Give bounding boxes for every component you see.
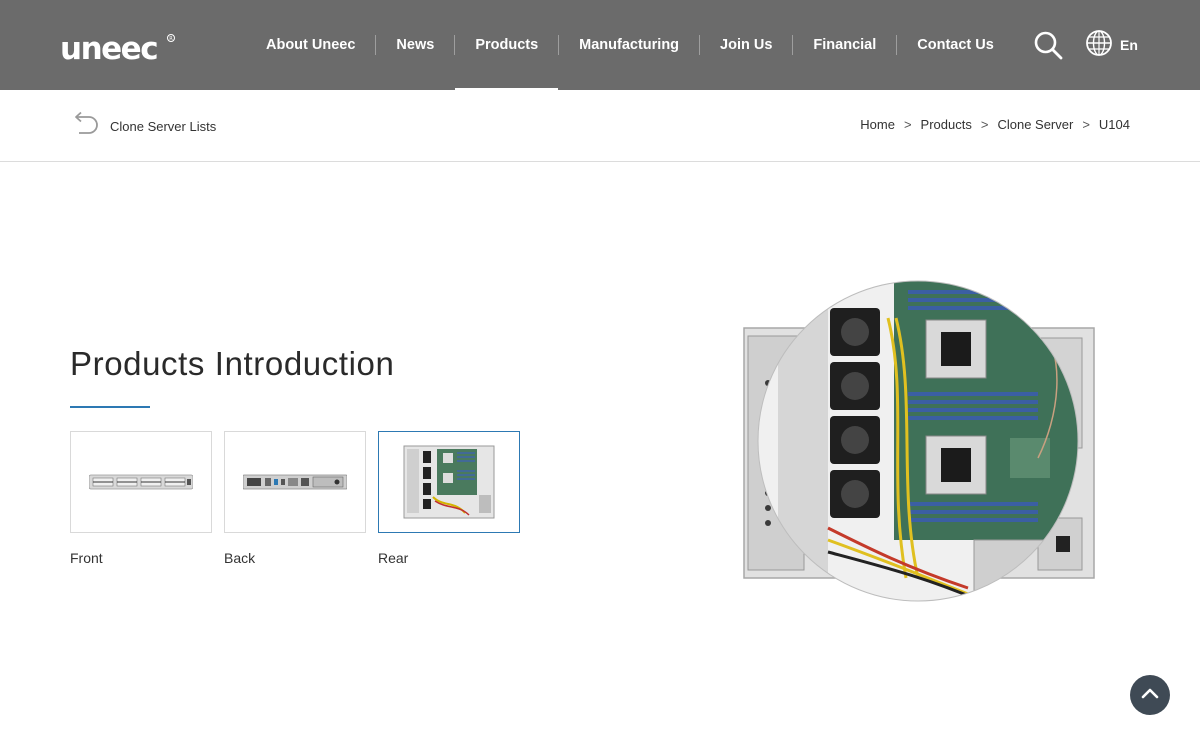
breadcrumb: Home > Products > Clone Server > U104 bbox=[860, 117, 1130, 132]
thumbnail-rear-image[interactable] bbox=[378, 431, 520, 533]
page-title: Products Introduction bbox=[70, 345, 395, 382]
scroll-to-top-button[interactable] bbox=[1130, 675, 1170, 715]
thumbnail-front-label: Front bbox=[70, 550, 103, 566]
site-header: uneec R About Uneec News Products Manufa… bbox=[0, 0, 1200, 90]
nav-item-manufacturing[interactable]: Manufacturing bbox=[559, 0, 699, 90]
product-thumbnails: Front Back Rear bbox=[70, 431, 532, 566]
globe-icon bbox=[1085, 29, 1113, 62]
svg-text:R: R bbox=[169, 36, 173, 42]
svg-text:uneec: uneec bbox=[60, 31, 157, 64]
language-label: En bbox=[1120, 37, 1138, 53]
thumbnail-front[interactable]: Front bbox=[70, 431, 212, 566]
chevron-up-icon bbox=[1141, 686, 1159, 704]
nav-item-about[interactable]: About Uneec bbox=[246, 0, 375, 90]
nav-item-financial[interactable]: Financial bbox=[793, 0, 896, 90]
breadcrumb-products[interactable]: Products bbox=[921, 117, 972, 132]
main-nav: About Uneec News Products Manufacturing … bbox=[246, 0, 1014, 90]
back-arrow-icon bbox=[70, 111, 100, 142]
product-main-image bbox=[738, 278, 1100, 608]
breadcrumb-separator: > bbox=[1082, 117, 1090, 132]
back-to-list-link[interactable]: Clone Server Lists bbox=[70, 111, 217, 142]
thumbnail-front-image[interactable] bbox=[70, 431, 212, 533]
nav-item-news[interactable]: News bbox=[376, 0, 454, 90]
thumbnail-rear-label: Rear bbox=[378, 550, 409, 566]
breadcrumb-current-u104: U104 bbox=[1098, 117, 1130, 132]
breadcrumb-separator: > bbox=[980, 117, 989, 132]
thumbnail-back-label: Back bbox=[224, 550, 256, 566]
thumbnail-back[interactable]: Back bbox=[224, 431, 366, 566]
nav-item-contact-us[interactable]: Contact Us bbox=[897, 0, 1014, 90]
search-icon[interactable] bbox=[1033, 30, 1063, 60]
thumbnail-rear[interactable]: Rear bbox=[378, 431, 520, 566]
nav-item-products[interactable]: Products bbox=[455, 0, 559, 90]
breadcrumb-clone-server[interactable]: Clone Server bbox=[997, 117, 1073, 132]
uneec-logo[interactable]: uneec R bbox=[60, 30, 178, 67]
sub-navigation-bar: Clone Server Lists Home > Products > Clo… bbox=[0, 90, 1200, 162]
breadcrumb-home[interactable]: Home bbox=[860, 117, 895, 132]
title-underline bbox=[70, 406, 150, 408]
back-link-label: Clone Server Lists bbox=[110, 118, 217, 134]
nav-item-join-us[interactable]: Join Us bbox=[700, 0, 792, 90]
language-switcher[interactable]: En bbox=[1085, 29, 1138, 62]
thumbnail-back-image[interactable] bbox=[224, 431, 366, 533]
breadcrumb-separator: > bbox=[903, 117, 912, 132]
